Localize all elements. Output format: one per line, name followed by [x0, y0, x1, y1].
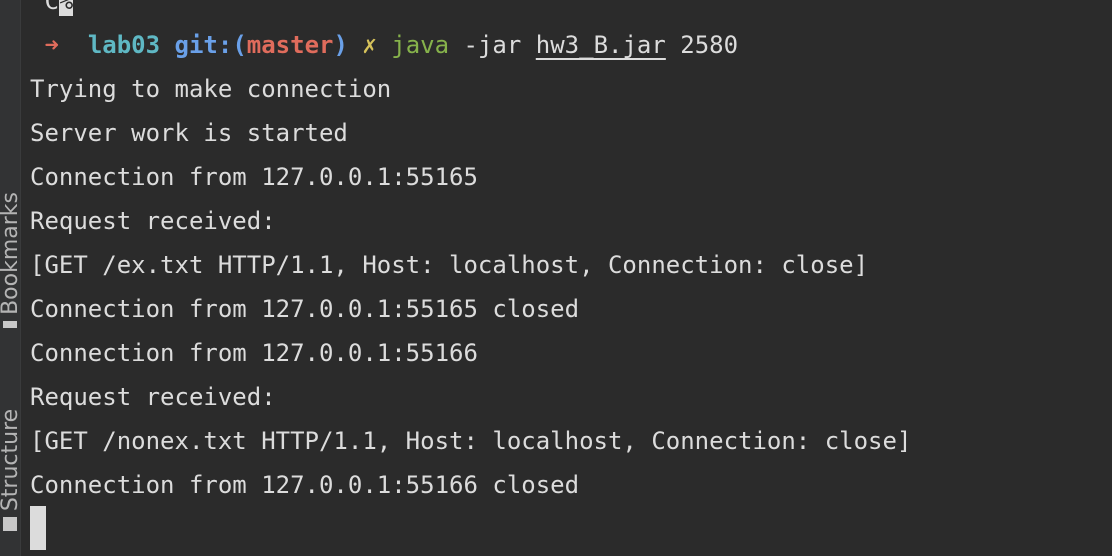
- output-line: Trying to make connection: [30, 75, 392, 103]
- terminal-cursor: [30, 506, 46, 550]
- output-line: Connection from 127.0.0.1:55165: [30, 163, 478, 191]
- output-line: Request received:: [30, 383, 276, 411]
- left-tool-strip: Bookmarks Structure: [0, 0, 21, 556]
- prompt-dirty-icon: ✗: [362, 31, 377, 59]
- prompt-line: ➜ lab03 git:(master) ✗ java -jar hw3_B.j…: [30, 30, 738, 60]
- prompt-arrow-icon: ➜: [44, 31, 59, 59]
- output-line: [GET /ex.txt HTTP/1.1, Host: localhost, …: [30, 251, 869, 279]
- output-line: Connection from 127.0.0.1:55166: [30, 339, 478, 367]
- structure-icon: [3, 517, 17, 532]
- command-name: java: [391, 31, 450, 59]
- bookmarks-tab-label: Bookmarks: [0, 192, 21, 315]
- prompt-git-branch: master: [246, 31, 334, 59]
- structure-tab[interactable]: Structure: [0, 402, 20, 538]
- structure-tab-label: Structure: [0, 408, 21, 512]
- command-jar-file[interactable]: hw3_B.jar: [536, 31, 666, 59]
- previous-interrupt-line: ^C%: [30, 0, 74, 16]
- bookmarks-tab[interactable]: Bookmarks: [0, 192, 20, 328]
- prompt-directory: lab03: [87, 31, 161, 59]
- bookmark-icon: [3, 320, 17, 328]
- terminal-window: Bookmarks Structure ^C% ➜ lab03 git:(mas…: [0, 0, 1112, 556]
- output-line: Connection from 127.0.0.1:55166 closed: [30, 471, 580, 499]
- prompt-git-label: git:(: [174, 31, 247, 59]
- command-args: -jar: [463, 31, 522, 59]
- terminal-output[interactable]: ^C% ➜ lab03 git:(master) ✗ java -jar hw3…: [30, 0, 1112, 556]
- output-line: Request received:: [30, 207, 276, 235]
- previous-prompt-char: %: [58, 0, 74, 16]
- prompt-git-close: ): [333, 31, 348, 59]
- output-line: [GET /nonex.txt HTTP/1.1, Host: localhos…: [30, 427, 912, 455]
- output-line: Connection from 127.0.0.1:55165 closed: [30, 295, 580, 323]
- interrupt-text: ^C: [30, 0, 59, 15]
- output-line: Server work is started: [30, 119, 348, 147]
- command-port: 2580: [680, 31, 739, 59]
